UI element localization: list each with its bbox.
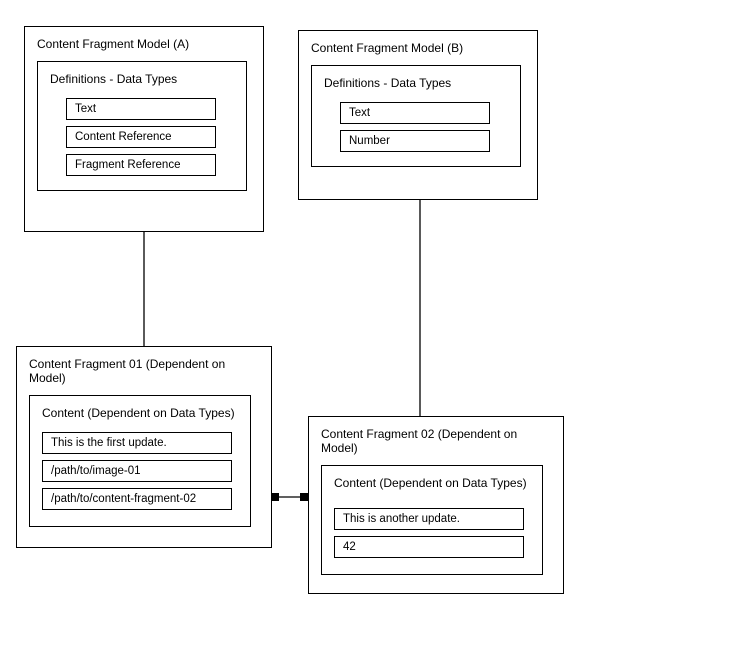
model-a-defs-box: Definitions - Data Types Text Content Re… <box>37 61 247 191</box>
fragment-02-box: Content Fragment 02 (Dependent on Model)… <box>308 416 564 594</box>
fragment-01-title: Content Fragment 01 (Dependent on Model) <box>29 357 259 385</box>
model-a-defs-title: Definitions - Data Types <box>50 72 234 86</box>
model-b-type-text: Text <box>340 102 490 124</box>
fragment-02-title: Content Fragment 02 (Dependent on Model) <box>321 427 551 455</box>
fragment-02-value-0: This is another update. <box>334 508 524 530</box>
model-a-type-text: Text <box>66 98 216 120</box>
fragment-01-box: Content Fragment 01 (Dependent on Model)… <box>16 346 272 548</box>
fragment-02-content-title: Content (Dependent on Data Types) <box>334 476 530 490</box>
fragment-01-value-1: /path/to/image-01 <box>42 460 232 482</box>
fragment-02-content-box: Content (Dependent on Data Types) This i… <box>321 465 543 575</box>
connector-node-left <box>271 493 279 501</box>
model-a-box: Content Fragment Model (A) Definitions -… <box>24 26 264 232</box>
model-b-defs-title: Definitions - Data Types <box>324 76 508 90</box>
model-a-type-fragment-reference: Fragment Reference <box>66 154 216 176</box>
model-b-title: Content Fragment Model (B) <box>311 41 525 55</box>
model-b-box: Content Fragment Model (B) Definitions -… <box>298 30 538 200</box>
model-b-defs-box: Definitions - Data Types Text Number <box>311 65 521 167</box>
fragment-01-value-2: /path/to/content-fragment-02 <box>42 488 232 510</box>
fragment-01-content-box: Content (Dependent on Data Types) This i… <box>29 395 251 527</box>
diagram-canvas: Content Fragment Model (A) Definitions -… <box>0 0 750 661</box>
fragment-01-value-0: This is the first update. <box>42 432 232 454</box>
fragment-01-content-title: Content (Dependent on Data Types) <box>42 406 238 420</box>
model-a-type-content-reference: Content Reference <box>66 126 216 148</box>
connector-node-right <box>300 493 308 501</box>
model-a-title: Content Fragment Model (A) <box>37 37 251 51</box>
fragment-02-value-1: 42 <box>334 536 524 558</box>
model-b-type-number: Number <box>340 130 490 152</box>
